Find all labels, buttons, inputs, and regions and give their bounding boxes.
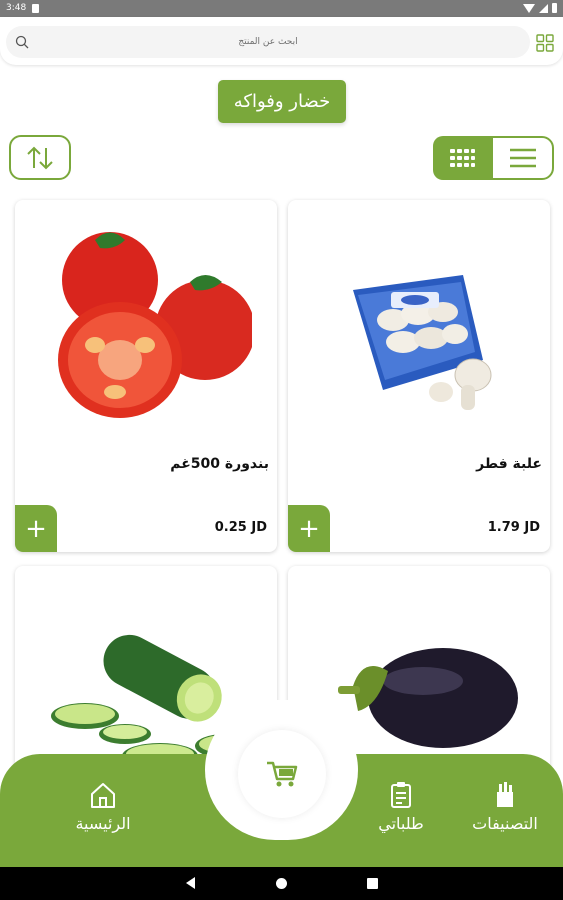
add-to-cart-button[interactable]: + (15, 505, 57, 552)
product-price: 1.79 JD (487, 520, 540, 535)
grid-view-button[interactable] (433, 136, 491, 180)
home-circle-icon[interactable] (276, 878, 287, 889)
orders-clipboard-icon (391, 782, 411, 808)
battery-icon (552, 3, 557, 13)
nav-home[interactable]: الرئيسية (48, 780, 158, 833)
product-price: 0.25 JD (214, 520, 267, 535)
status-bar: 3:48 (0, 0, 563, 17)
status-icons (523, 3, 557, 13)
search-bar[interactable] (6, 26, 530, 58)
nav-categories[interactable]: التصنيفات (450, 780, 560, 833)
cart-icon (267, 761, 298, 787)
sd-card-icon (32, 4, 39, 13)
category-chip[interactable]: خضار وفواكه (218, 80, 346, 123)
product-card[interactable]: علبة فطر 1.79 JD + (288, 200, 550, 552)
nav-categories-label: التصنيفات (472, 814, 538, 833)
nav-orders[interactable]: طلباتي (346, 780, 456, 833)
search-header (0, 17, 563, 65)
grid-dots-icon (450, 149, 475, 167)
nav-home-label: الرئيسية (75, 814, 131, 833)
app-screen: 3:48 خضار وفواكه (0, 0, 563, 900)
categories-grid-icon[interactable] (536, 34, 554, 52)
categories-basket-icon (497, 782, 513, 807)
product-name: علبة فطر (476, 456, 542, 472)
product-card[interactable]: بندورة 500غم 0.25 JD + (15, 200, 277, 552)
sort-button[interactable] (9, 135, 71, 180)
search-input[interactable] (6, 26, 530, 58)
list-lines-icon (509, 148, 536, 168)
signal-icon (539, 3, 548, 13)
tomatoes-image (58, 232, 252, 418)
product-name: بندورة 500غم (170, 456, 269, 472)
status-time: 3:48 (6, 3, 27, 13)
home-icon (91, 783, 115, 808)
nav-orders-label: طلباتي (378, 814, 424, 833)
view-toggle (433, 136, 554, 180)
mushroom-box-image (353, 275, 492, 410)
back-icon[interactable] (186, 877, 195, 889)
cart-button[interactable] (238, 730, 326, 818)
recents-icon[interactable] (367, 878, 378, 889)
system-nav-bar (0, 867, 563, 900)
list-view-button[interactable] (491, 136, 554, 180)
sort-arrows-icon (27, 146, 53, 169)
add-to-cart-button[interactable]: + (288, 505, 330, 552)
wifi-icon (523, 3, 535, 13)
search-icon[interactable] (15, 35, 29, 49)
